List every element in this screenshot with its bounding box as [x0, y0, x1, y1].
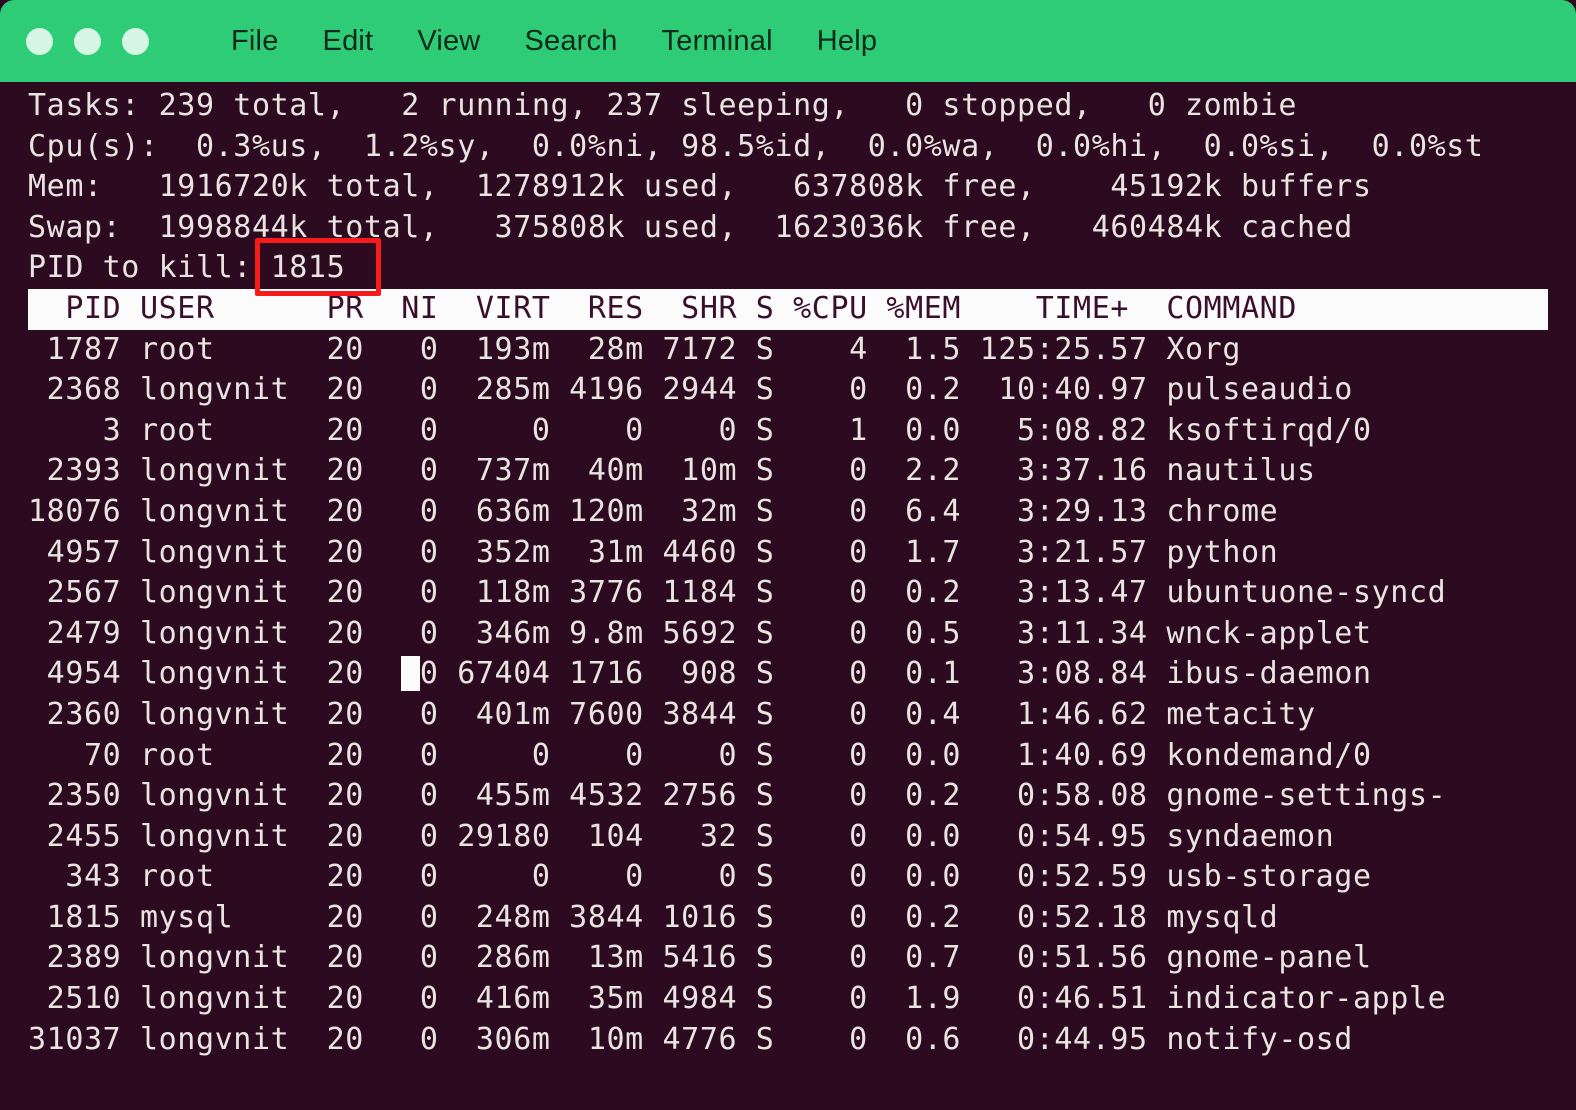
table-row[interactable]: 2350 longvnit 20 0 455m 4532 2756 S 0 0.… — [0, 776, 1576, 817]
table-row[interactable]: 2510 longvnit 20 0 416m 35m 4984 S 0 1.9… — [0, 979, 1576, 1020]
summary-tasks-line: Tasks: 239 total, 2 running, 237 sleepin… — [28, 88, 1297, 123]
menu-terminal[interactable]: Terminal — [640, 23, 795, 60]
table-row[interactable]: 3 root 20 0 0 0 0 S 1 0.0 5:08.82 ksofti… — [0, 411, 1576, 452]
menu-edit[interactable]: Edit — [301, 23, 396, 60]
table-row[interactable]: 4957 longvnit 20 0 352m 31m 4460 S 0 1.7… — [0, 533, 1576, 574]
table-row[interactable]: 2455 longvnit 20 0 29180 104 32 S 0 0.0 … — [0, 817, 1576, 858]
table-row[interactable]: 1815 mysql 20 0 248m 3844 1016 S 0 0.2 0… — [0, 898, 1576, 939]
table-row[interactable]: 343 root 20 0 0 0 0 S 0 0.0 0:52.59 usb-… — [0, 857, 1576, 898]
table-row[interactable]: 18076 longvnit 20 0 636m 120m 32m S 0 6.… — [0, 492, 1576, 533]
table-row[interactable]: 2567 longvnit 20 0 118m 3776 1184 S 0 0.… — [0, 573, 1576, 614]
pid-to-kill-prompt[interactable]: PID to kill: 1815 — [0, 248, 1576, 289]
table-row[interactable]: 2368 longvnit 20 0 285m 4196 2944 S 0 0.… — [0, 370, 1576, 411]
summary-cpu-line: Cpu(s): 0.3%us, 1.2%sy, 0.0%ni, 98.5%id,… — [28, 128, 1484, 164]
summary-swap-line: Swap: 1998844k total, 375808k used, 1623… — [28, 209, 1353, 245]
terminal-content[interactable]: Tasks: 239 total, 2 running, 237 sleepin… — [0, 82, 1576, 1110]
process-table-body: 1787 root 20 0 193m 28m 7172 S 4 1.5 125… — [0, 330, 1576, 1061]
summary-mem-line: Mem: 1916720k total, 1278912k used, 6378… — [28, 169, 1372, 205]
table-row[interactable]: 70 root 20 0 0 0 0 S 0 0.0 1:40.69 konde… — [0, 736, 1576, 777]
close-button[interactable] — [26, 27, 53, 55]
menu-file[interactable]: File — [209, 23, 301, 60]
table-row[interactable]: 2360 longvnit 20 0 401m 7600 3844 S 0 0.… — [0, 695, 1576, 736]
table-row[interactable]: 2479 longvnit 20 0 346m 9.8m 5692 S 0 0.… — [0, 614, 1576, 655]
menubar: File Edit View Search Terminal Help — [209, 23, 899, 60]
terminal-window: File Edit View Search Terminal Help Task… — [0, 0, 1576, 1110]
maximize-button[interactable] — [122, 27, 149, 55]
table-row[interactable]: 4954 longvnit 20 0 67404 1716 908 S 0 0.… — [0, 654, 1576, 695]
table-row[interactable]: 1787 root 20 0 193m 28m 7172 S 4 1.5 125… — [0, 330, 1576, 371]
table-row[interactable]: 2393 longvnit 20 0 737m 40m 10m S 0 2.2 … — [0, 451, 1576, 492]
minimize-button[interactable] — [74, 27, 101, 55]
text-cursor — [401, 656, 420, 692]
menu-view[interactable]: View — [395, 23, 502, 60]
table-row[interactable]: 2389 longvnit 20 0 286m 13m 5416 S 0 0.7… — [0, 938, 1576, 979]
window-controls — [26, 27, 149, 55]
titlebar: File Edit View Search Terminal Help — [0, 0, 1576, 82]
table-row[interactable]: 31037 longvnit 20 0 306m 10m 4776 S 0 0.… — [0, 1020, 1576, 1061]
process-table-header: PID USER PR NI VIRT RES SHR S %CPU %MEM … — [28, 288, 1548, 330]
menu-help[interactable]: Help — [795, 23, 899, 60]
menu-search[interactable]: Search — [502, 23, 639, 60]
